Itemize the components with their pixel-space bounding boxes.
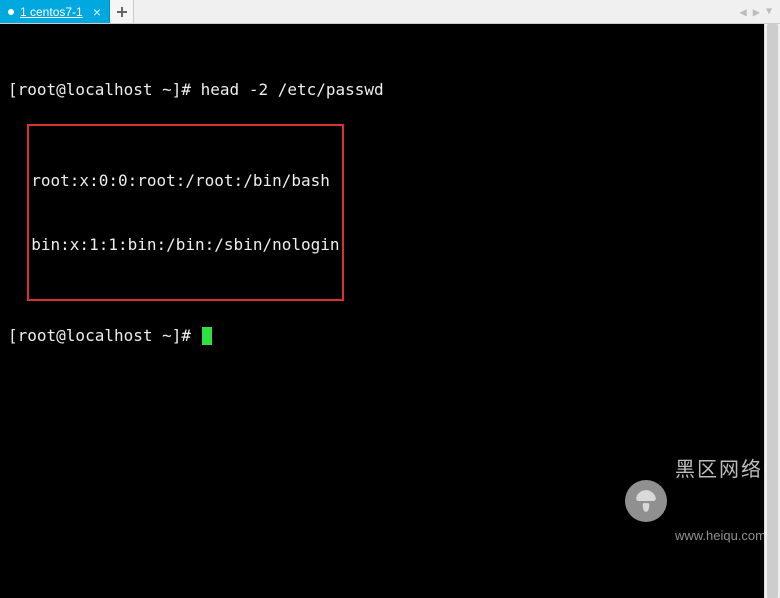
tab-nav: ◀ ▶ ▼ xyxy=(732,0,780,23)
vertical-scrollbar[interactable] xyxy=(764,24,780,598)
tab-next-icon[interactable]: ▶ xyxy=(751,5,762,19)
command-text: head -2 /etc/passwd xyxy=(201,80,384,99)
watermark: 黑区网络 www.heiqu.com xyxy=(625,414,766,588)
scrollbar-thumb[interactable] xyxy=(767,24,778,598)
close-icon[interactable]: × xyxy=(93,5,101,19)
prompt-text: [root@localhost ~]# xyxy=(8,326,201,345)
tab-label: 1 centos7-1 xyxy=(20,5,87,19)
watermark-logo xyxy=(625,480,667,522)
plus-icon xyxy=(117,7,127,17)
cursor xyxy=(202,327,212,345)
tab-menu-icon[interactable]: ▼ xyxy=(764,6,774,17)
tab-prev-icon[interactable]: ◀ xyxy=(738,5,749,19)
mushroom-icon xyxy=(633,488,659,514)
terminal[interactable]: [root@localhost ~]# head -2 /etc/passwd … xyxy=(0,24,780,598)
watermark-title: 黑区网络 xyxy=(675,457,766,484)
watermark-url: www.heiqu.com xyxy=(675,527,766,545)
tab-status-dot xyxy=(8,9,14,15)
prompt-text: [root@localhost ~]# xyxy=(8,80,201,99)
tab-bar: 1 centos7-1 × ◀ ▶ ▼ xyxy=(0,0,780,24)
output-line-1: root:x:0:0:root:/root:/bin/bash xyxy=(31,170,339,192)
terminal-line-2: [root@localhost ~]# xyxy=(8,325,772,347)
terminal-line-1: [root@localhost ~]# head -2 /etc/passwd xyxy=(8,79,772,101)
tab-centos7-1[interactable]: 1 centos7-1 × xyxy=(0,0,110,23)
output-highlight-box: root:x:0:0:root:/root:/bin/bash bin:x:1:… xyxy=(27,124,343,301)
new-tab-button[interactable] xyxy=(110,0,134,23)
watermark-text: 黑区网络 www.heiqu.com xyxy=(675,414,766,588)
output-line-2: bin:x:1:1:bin:/bin:/sbin/nologin xyxy=(31,234,339,256)
